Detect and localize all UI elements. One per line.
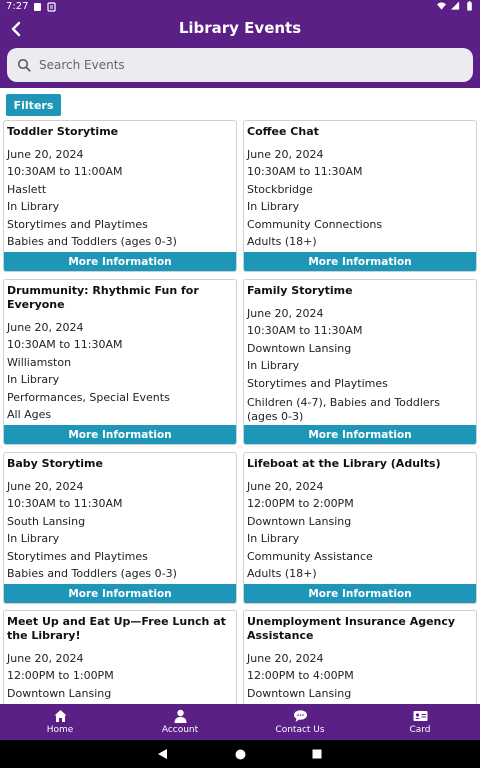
search-icon [17, 58, 31, 72]
system-back-button[interactable] [150, 740, 174, 768]
event-time: 10:30AM to 11:30AM [7, 338, 123, 352]
event-branch: Williamston [7, 355, 72, 369]
app-bar: Library Events [0, 14, 480, 88]
system-home-button[interactable] [228, 740, 252, 768]
event-time: 10:30AM to 11:30AM [247, 165, 363, 179]
square-recents-icon [312, 749, 322, 759]
event-date: June 20, 2024 [247, 480, 324, 493]
nav-card-label: Card [409, 725, 431, 735]
event-date: June 20, 2024 [7, 480, 84, 493]
event-title: Drummunity: Rhythmic Fun for Everyone [7, 284, 199, 311]
search-bar[interactable] [7, 48, 473, 82]
more-information-button[interactable]: More Information [4, 252, 236, 271]
event-time: 12:00PM to 1:00PM [7, 669, 114, 683]
event-time: 10:30AM to 11:30AM [247, 324, 363, 338]
chat-icon [293, 710, 307, 722]
event-card[interactable]: Toddler Storytime June 20, 2024 10:30AM … [3, 120, 237, 272]
event-date: June 20, 2024 [247, 148, 324, 161]
event-branch: Haslett [7, 182, 47, 196]
event-time: 10:30AM to 11:00AM [7, 165, 123, 179]
circle-home-icon [235, 749, 245, 759]
event-branch: Downtown Lansing [247, 686, 352, 700]
card-icon [413, 711, 427, 721]
more-information-button[interactable]: More Information [244, 584, 476, 603]
more-information-button[interactable]: More Information [4, 425, 236, 444]
triangle-back-icon [157, 749, 167, 759]
nav-contact-us[interactable]: Contact Us [240, 704, 360, 740]
event-card[interactable]: Meet Up and Eat Up—Free Lunch at the Lib… [3, 610, 237, 704]
event-card[interactable]: Drummunity: Rhythmic Fun for Everyone Ju… [3, 279, 237, 445]
event-card[interactable]: Coffee Chat June 20, 2024 10:30AM to 11:… [243, 120, 477, 272]
nav-home-label: Home [46, 725, 74, 735]
wifi-icon [437, 2, 446, 10]
event-location: In Library [7, 532, 60, 546]
notification-icon [47, 1, 57, 12]
event-date: June 20, 2024 [247, 652, 324, 665]
events-grid: Toddler Storytime June 20, 2024 10:30AM … [0, 120, 480, 704]
more-information-button[interactable]: More Information [4, 584, 236, 603]
event-category: Community Connections [247, 217, 383, 231]
nav-card[interactable]: Card [360, 704, 480, 740]
page-title: Library Events [178, 19, 302, 37]
more-information-button[interactable]: More Information [244, 252, 476, 271]
status-time: 7:27 [6, 1, 29, 12]
event-date: June 20, 2024 [7, 148, 84, 161]
event-audience: Babies and Toddlers (ages 0-3) [7, 567, 177, 581]
account-icon [174, 709, 186, 723]
nav-contact-us-label: Contact Us [275, 725, 325, 735]
system-recents-button[interactable] [305, 740, 329, 768]
bottom-navigation: Home Account Contact Us Card [0, 704, 480, 740]
event-title: Family Storytime [247, 284, 353, 297]
system-navigation-bar [0, 740, 480, 768]
event-time: 12:00PM to 4:00PM [247, 669, 354, 683]
filters-button[interactable]: Filters [6, 94, 61, 116]
event-category: Storytimes and Playtimes [247, 376, 388, 390]
event-branch: Downtown Lansing [7, 686, 112, 700]
event-time: 12:00PM to 2:00PM [247, 497, 354, 511]
event-title: Meet Up and Eat Up—Free Lunch at the Lib… [7, 615, 226, 642]
event-title: Coffee Chat [247, 125, 319, 138]
status-bar: 7:27 [0, 0, 480, 14]
battery-icon [467, 1, 472, 11]
sim-icon [34, 2, 42, 11]
event-card[interactable]: Baby Storytime June 20, 2024 10:30AM to … [3, 452, 237, 604]
event-branch: Stockbridge [247, 182, 313, 196]
event-location: In Library [247, 200, 300, 214]
event-location: In Library [247, 359, 300, 373]
event-card[interactable]: Family Storytime June 20, 2024 10:30AM t… [243, 279, 477, 445]
event-location: In Library [7, 200, 60, 214]
event-title: Unemployment Insurance Agency Assistance [247, 615, 456, 642]
search-input[interactable] [39, 58, 439, 72]
event-category: Storytimes and Playtimes [7, 549, 148, 563]
event-date: June 20, 2024 [247, 307, 324, 320]
event-audience: Adults (18+) [247, 235, 317, 249]
event-branch: South Lansing [7, 514, 86, 528]
event-location: In Library [247, 532, 300, 546]
home-icon [54, 710, 66, 722]
event-time: 10:30AM to 11:30AM [7, 497, 123, 511]
event-audience: Babies and Toddlers (ages 0-3) [7, 235, 177, 249]
nav-home[interactable]: Home [0, 704, 120, 740]
event-category: Community Assistance [247, 549, 373, 563]
event-card[interactable]: Lifeboat at the Library (Adults) June 20… [243, 452, 477, 604]
event-date: June 20, 2024 [7, 652, 84, 665]
event-title: Toddler Storytime [7, 125, 119, 138]
signal-icon [451, 1, 460, 10]
event-audience: All Ages [7, 408, 52, 422]
event-audience: Children (4-7), Babies and Toddlers (age… [247, 396, 440, 424]
event-audience: Adults (18+) [247, 567, 317, 581]
event-location: In Library [7, 373, 60, 387]
event-branch: Downtown Lansing [247, 514, 352, 528]
event-date: June 20, 2024 [7, 321, 84, 334]
event-title: Lifeboat at the Library (Adults) [247, 457, 441, 470]
nav-account-label: Account [161, 725, 199, 735]
event-card[interactable]: Unemployment Insurance Agency Assistance… [243, 610, 477, 704]
event-branch: Downtown Lansing [247, 341, 352, 355]
nav-account[interactable]: Account [120, 704, 240, 740]
event-title: Baby Storytime [7, 457, 103, 470]
more-information-button[interactable]: More Information [244, 425, 476, 444]
event-category: Performances, Special Events [7, 390, 170, 404]
event-category: Storytimes and Playtimes [7, 217, 148, 231]
